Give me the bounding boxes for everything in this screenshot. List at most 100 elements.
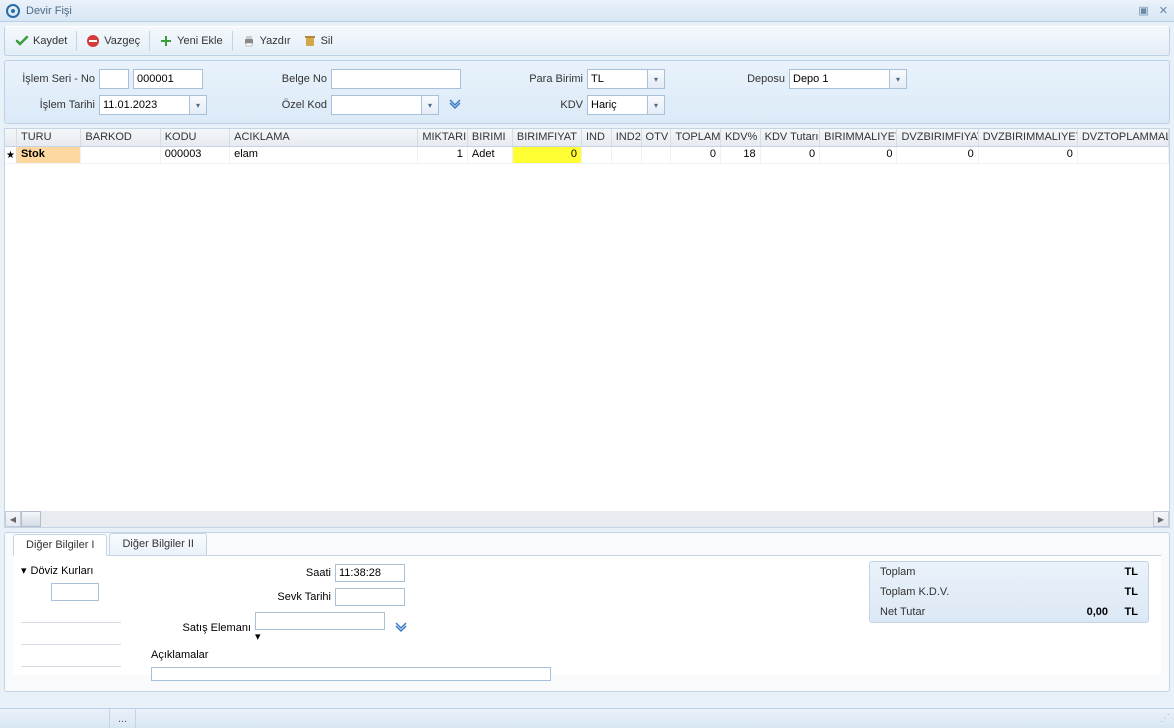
col-ind[interactable]: IND — [582, 129, 612, 146]
toplam-value — [1048, 566, 1108, 578]
col-ind2[interactable]: IND2 — [612, 129, 642, 146]
ozelkod-input[interactable] — [331, 95, 421, 115]
col-dvzbirimfiyat[interactable]: DVZBIRIMFIYAT — [897, 129, 978, 146]
minimize-icon[interactable]: ▣ — [1138, 4, 1148, 17]
cell-dvzbirimmaliyeti[interactable]: 0 — [979, 147, 1078, 163]
resize-grip-icon[interactable]: ⋰ — [1160, 713, 1170, 724]
cell-aciklama[interactable]: elam — [230, 147, 418, 163]
seri-input[interactable] — [99, 69, 129, 89]
tarih-input[interactable] — [99, 95, 189, 115]
printer-icon — [242, 34, 256, 48]
depo-dropdown-button[interactable]: ▾ — [889, 69, 907, 89]
cell-dvzbirimfiyat[interactable]: 0 — [897, 147, 978, 163]
col-barkod[interactable]: BARKOD — [81, 129, 160, 146]
ozelkod-label: Özel Kod — [247, 99, 327, 111]
sevk-input[interactable] — [335, 588, 405, 606]
cell-kdvp[interactable]: 18 — [721, 147, 761, 163]
col-toplam[interactable]: TOPLAM — [671, 129, 721, 146]
belge-label: Belge No — [247, 73, 327, 85]
cell-barkod[interactable] — [81, 147, 160, 163]
saati-input[interactable] — [335, 564, 405, 582]
grid-row[interactable]: ★ Stok 000003 elam 1 Adet 0 0 18 0 0 0 0 — [5, 147, 1169, 164]
cell-dvztoplammaliy[interactable] — [1078, 147, 1169, 163]
satis-expand-icon[interactable] — [393, 620, 409, 636]
save-button[interactable]: Kaydet — [9, 31, 73, 51]
add-button[interactable]: Yeni Ekle — [153, 31, 228, 51]
kdv-dropdown-button[interactable]: ▾ — [647, 95, 665, 115]
tarih-dropdown-button[interactable]: ▾ — [189, 95, 207, 115]
toplam-kdv-currency: TL — [1108, 586, 1138, 598]
para-dropdown-button[interactable]: ▾ — [647, 69, 665, 89]
net-tutar-label: Net Tutar — [880, 606, 1048, 618]
col-dvzbirimmaliyeti[interactable]: DVZBIRIMMALIYETI — [979, 129, 1078, 146]
col-miktari[interactable]: MIKTARI — [418, 129, 468, 146]
col-birimfiyat[interactable]: BIRIMFIYAT — [513, 129, 582, 146]
tarih-label: İşlem Tarihi — [15, 99, 95, 111]
cell-ind2[interactable] — [612, 147, 642, 163]
cell-ind[interactable] — [582, 147, 612, 163]
satis-label: Satış Elemanı — [151, 622, 251, 634]
status-bar: ... ⋰ — [0, 708, 1174, 728]
no-entry-icon — [86, 34, 100, 48]
scroll-right-button[interactable]: ▶ — [1153, 511, 1169, 527]
ozelkod-expand-icon[interactable] — [447, 97, 463, 113]
cell-birimfiyat[interactable]: 0 — [513, 147, 582, 163]
grid-header: TURU BARKOD KODU ACIKLAMA MIKTARI BIRIMI… — [5, 129, 1169, 147]
print-button[interactable]: Yazdır — [236, 31, 297, 51]
para-label: Para Birimi — [503, 73, 583, 85]
totals-box: Toplam TL Toplam K.D.V. TL Net Tutar 0,0… — [869, 561, 1149, 623]
cell-birimi[interactable]: Adet — [468, 147, 513, 163]
depo-label: Deposu — [705, 73, 785, 85]
col-otv[interactable]: OTV — [642, 129, 672, 146]
cell-turu[interactable]: Stok — [17, 147, 81, 163]
col-birimi[interactable]: BIRIMI — [468, 129, 513, 146]
check-icon — [15, 34, 29, 48]
col-turu[interactable]: TURU — [17, 129, 81, 146]
cell-otv[interactable] — [642, 147, 672, 163]
net-tutar-value: 0,00 — [1048, 606, 1108, 618]
kdv-input[interactable] — [587, 95, 647, 115]
satis-dropdown-button[interactable]: ▾ — [255, 630, 385, 643]
col-dvztoplammaliy[interactable]: DVZTOPLAMMALIY — [1078, 129, 1169, 146]
depo-input[interactable] — [789, 69, 889, 89]
delete-button[interactable]: Sil — [297, 31, 339, 51]
col-kdvp[interactable]: KDV% — [721, 129, 761, 146]
doviz-kuru-input[interactable] — [51, 583, 99, 601]
scroll-left-button[interactable]: ◀ — [5, 511, 21, 527]
trash-icon — [303, 34, 317, 48]
close-icon[interactable]: ✕ — [1159, 4, 1168, 17]
doviz-kurlari-label: Döviz Kurları — [31, 565, 94, 577]
chevron-down-icon[interactable]: ▾ — [21, 564, 27, 577]
toolbar: Kaydet Vazgeç Yeni Ekle Yazdır Sil — [4, 26, 1170, 56]
window-title: Devir Fişi — [26, 5, 72, 17]
scroll-thumb[interactable] — [21, 511, 41, 527]
status-dots: ... — [110, 709, 136, 728]
aciklama-input[interactable] — [151, 667, 551, 681]
col-kdvtut[interactable]: KDV Tutarı — [761, 129, 821, 146]
tab-diger-bilgiler-1[interactable]: Diğer Bilgiler I — [13, 534, 107, 556]
toplam-currency: TL — [1108, 566, 1138, 578]
horizontal-scrollbar[interactable]: ◀ ▶ — [5, 511, 1169, 527]
ozelkod-dropdown-button[interactable]: ▾ — [421, 95, 439, 115]
row-marker-icon: ★ — [5, 147, 17, 163]
cancel-button[interactable]: Vazgeç — [80, 31, 146, 51]
cell-miktari[interactable]: 1 — [418, 147, 468, 163]
satis-input[interactable] — [255, 612, 385, 630]
seri-label: İşlem Seri - No — [15, 73, 95, 85]
saati-label: Saati — [151, 567, 331, 579]
col-birimmaliyet[interactable]: BIRIMMALIYET — [820, 129, 897, 146]
belge-input[interactable] — [331, 69, 461, 89]
tab-diger-bilgiler-2[interactable]: Diğer Bilgiler II — [109, 533, 207, 555]
col-kodu[interactable]: KODU — [161, 129, 230, 146]
para-input[interactable] — [587, 69, 647, 89]
col-aciklama[interactable]: ACIKLAMA — [230, 129, 418, 146]
no-input[interactable] — [133, 69, 203, 89]
grid: TURU BARKOD KODU ACIKLAMA MIKTARI BIRIMI… — [4, 128, 1170, 528]
cell-kodu[interactable]: 000003 — [161, 147, 230, 163]
toplam-kdv-value — [1048, 586, 1108, 598]
form-panel: İşlem Seri - No İşlem Tarihi ▾ Belge No … — [4, 60, 1170, 124]
cell-birimmaliyet[interactable]: 0 — [820, 147, 897, 163]
app-icon — [6, 4, 20, 18]
cell-toplam[interactable]: 0 — [671, 147, 721, 163]
cell-kdvtut[interactable]: 0 — [761, 147, 821, 163]
